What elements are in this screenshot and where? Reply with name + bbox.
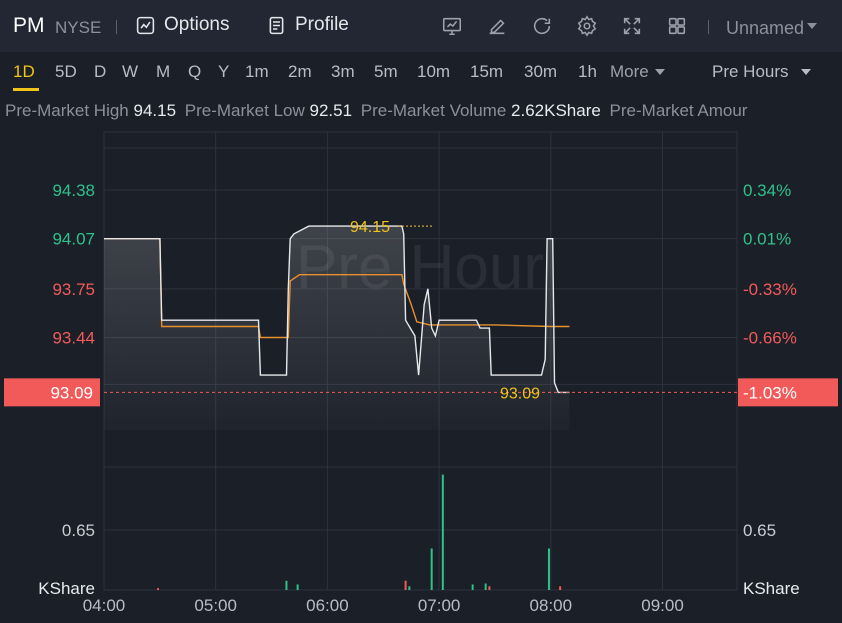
intraday-chart[interactable]: Pre Hour 94.1593.09 94.38 0.34%94.07 0.01%… [0,128,842,623]
period-y[interactable]: Y [218,62,229,82]
more-label: More [610,62,649,81]
period-1m[interactable]: 1m [245,62,269,82]
caret-down-icon [807,22,818,29]
time-tick-label: 05:00 [194,596,237,615]
layout-selector[interactable]: Unnamed [726,18,818,39]
price-tick-label: 93.75 [52,280,95,299]
profile-label: Profile [295,14,349,35]
price-tick-label: 93.44 [52,328,95,347]
percent-tick-label: 0.01% [743,230,791,249]
volume-bar [471,584,474,590]
pencil-icon[interactable] [486,15,508,37]
exchange-label: NYSE [55,18,102,37]
refresh-icon[interactable] [531,15,553,37]
percent-tick-label: 0.34% [743,181,791,200]
volume-bar [441,474,444,590]
premarket-low-label: Pre-Market Low [184,101,305,120]
price-tick-label: 94.07 [52,230,95,249]
options-button[interactable]: Options [135,14,229,36]
caret-down-icon [800,69,811,75]
time-tick-label: 07:00 [418,596,461,615]
current-price-marker-label: 93.09 [500,385,540,402]
premarket-stats-bar: Pre-Market High 94.15 Pre-Market Low 92.… [0,94,842,128]
volume-bar [296,584,299,590]
premarket-amount-label: Pre-Market Amour [609,101,748,120]
premarket-low-value: 92.51 [309,101,353,120]
symbol-ticker[interactable]: PM [13,14,45,38]
gear-icon[interactable] [576,15,598,37]
volume-tick-label: 0.65 [743,521,776,540]
profile-document-icon [269,16,284,34]
period-10m[interactable]: 10m [417,62,450,82]
caret-down-icon [654,69,665,75]
time-tick-label: 08:00 [530,596,573,615]
period-w[interactable]: W [122,62,138,82]
volume-bar [404,580,407,590]
period-30m[interactable]: 30m [524,62,557,82]
volume-bar [285,580,288,590]
volume-bar [488,586,491,590]
time-tick-label: 06:00 [306,596,349,615]
session-selector[interactable]: Pre Hours [712,62,811,82]
toolbar-divider [708,20,709,34]
fullscreen-icon[interactable] [621,15,643,37]
high-marker-label: 94.15 [350,219,390,236]
volume-bar [408,586,411,590]
period-m[interactable]: M [156,62,170,82]
volume-bar [156,588,159,590]
current-price-badge-label: 93.09 [50,383,93,402]
period-bar: 1D 5D D W M Q Y 1m 2m 3m 5m 10m 15m 30m … [0,52,842,94]
time-tick-label: 04:00 [83,596,126,615]
volume-bar [547,548,550,590]
price-tick-label: 94.38 [52,181,95,200]
premarket-high-value: 94.15 [133,101,177,120]
period-q[interactable]: Q [188,62,201,82]
more-periods-button[interactable]: More [610,62,665,82]
time-tick-label: 09:00 [641,596,684,615]
options-chart-icon [136,16,155,34]
current-percent-badge-label: -1.03% [743,383,797,402]
profile-button[interactable]: Profile [266,14,349,36]
period-5d[interactable]: 5D [55,62,77,82]
period-5m[interactable]: 5m [374,62,398,82]
period-2m[interactable]: 2m [288,62,312,82]
top-toolbar: PM NYSE Options Profile Unnamed [0,0,842,52]
session-label: Pre Hours [712,62,789,81]
volume-bar [559,586,562,590]
toolbar-divider [116,20,117,34]
options-label: Options [164,14,230,35]
volume-unit-label: KShare [743,579,800,598]
period-d[interactable]: D [94,62,106,82]
layout-name: Unnamed [726,18,805,38]
period-3m[interactable]: 3m [331,62,355,82]
volume-bars [156,474,562,590]
premarket-volume-label: Pre-Market Volume [360,101,507,120]
period-15m[interactable]: 15m [470,62,503,82]
period-1h[interactable]: 1h [578,62,597,82]
volume-tick-label: 0.65 [62,521,95,540]
premarket-high-label: Pre-Market High [5,101,129,120]
premarket-volume-value: 2.62KShare [511,101,601,120]
volume-bar [484,583,487,590]
chart-icon[interactable] [441,15,463,37]
percent-tick-label: -0.66% [743,328,797,347]
percent-tick-label: -0.33% [743,280,797,299]
period-1d[interactable]: 1D [13,62,35,82]
grid-icon[interactable] [666,15,688,37]
volume-bar [430,548,433,590]
active-period-indicator [13,88,39,91]
